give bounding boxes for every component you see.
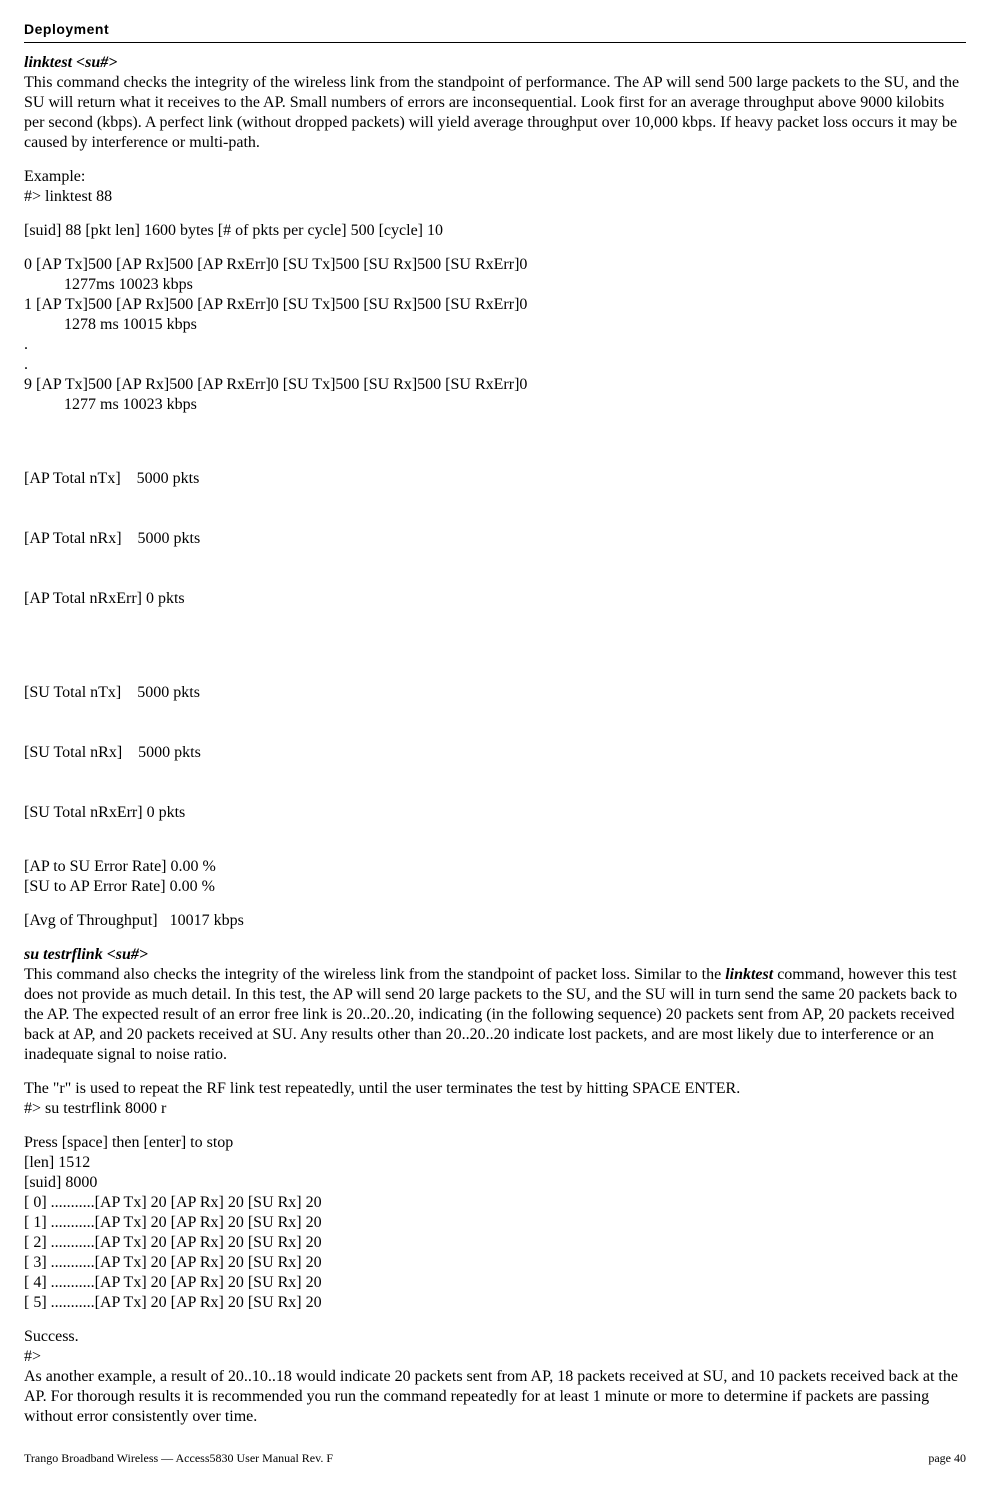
header-rule [24,42,966,43]
testrflink-row: [ 5] ...........[AP Tx] 20 [AP Rx] 20 [S… [24,1293,966,1313]
testrflink-command: #> su testrflink 8000 r [24,1099,966,1119]
linktest-cycles: 0 [AP Tx]500 [AP Rx]500 [AP RxErr]0 [SU … [24,255,966,415]
footer-right: page 40 [928,1451,966,1466]
testrflink-r-note-block: The "r" is used to repeat the RF link te… [24,1079,966,1119]
ap-totals: [AP Total nTx] 5000 pkts [AP Total nRx] … [24,429,966,629]
testrflink-r-note: The "r" is used to repeat the RF link te… [24,1079,966,1099]
testrflink-row: [ 0] ...........[AP Tx] 20 [AP Rx] 20 [S… [24,1193,966,1213]
testrflink-prompt: #> [24,1347,966,1367]
ap-to-su-error-rate: [AP to SU Error Rate] 0.00 % [24,857,966,877]
testrflink-tail: As another example, a result of 20..10..… [24,1367,966,1427]
cycle-rate: 1277ms 10023 kbps [24,275,966,295]
cycle-line: 0 [AP Tx]500 [AP Rx]500 [AP RxErr]0 [SU … [24,255,966,275]
testrflink-heading: su testrflink <su#> [24,945,966,965]
cycle-line: 1 [AP Tx]500 [AP Rx]500 [AP RxErr]0 [SU … [24,295,966,315]
su-to-ap-error-rate: [SU to AP Error Rate] 0.00 % [24,877,966,897]
press-line: Press [space] then [enter] to stop [24,1133,966,1153]
ap-total-nrxerr: [AP Total nRxErr] 0 pkts [24,589,966,609]
ellipsis-dot: . [24,355,966,375]
testrflink-row: [ 4] ...........[AP Tx] 20 [AP Rx] 20 [S… [24,1273,966,1293]
testrflink-row: [ 1] ...........[AP Tx] 20 [AP Rx] 20 [S… [24,1213,966,1233]
linktest-heading: linktest <su#> [24,53,966,73]
len-line: [len] 1512 [24,1153,966,1173]
testrflink-row: [ 2] ...........[AP Tx] 20 [AP Rx] 20 [S… [24,1233,966,1253]
testrflink-row: [ 3] ...........[AP Tx] 20 [AP Rx] 20 [S… [24,1253,966,1273]
linktest-suid-line: [suid] 88 [pkt len] 1600 bytes [# of pkt… [24,221,966,241]
su-totals: [SU Total nTx] 5000 pkts [SU Total nRx] … [24,643,966,843]
ap-total-ntx: [AP Total nTx] 5000 pkts [24,469,966,489]
linktest-description: This command checks the integrity of the… [24,73,966,153]
page-footer: Trango Broadband Wireless — Access5830 U… [24,1451,966,1466]
ellipsis-dot: . [24,335,966,355]
suid-line: [suid] 8000 [24,1173,966,1193]
testrflink-desc-pre: This command also checks the integrity o… [24,966,725,983]
su-total-nrx: [SU Total nRx] 5000 pkts [24,743,966,763]
cycle-rate: 1277 ms 10023 kbps [24,395,966,415]
avg-throughput: [Avg of Throughput] 10017 kbps [24,911,966,931]
su-total-ntx: [SU Total nTx] 5000 pkts [24,683,966,703]
cycle-rate: 1278 ms 10015 kbps [24,315,966,335]
su-total-nrxerr: [SU Total nRxErr] 0 pkts [24,803,966,823]
testrflink-desc-bold: linktest [725,966,773,983]
testrflink-success: Success. [24,1327,966,1347]
section-title: Deployment [24,21,109,37]
example-command: #> linktest 88 [24,187,966,207]
error-rates: [AP to SU Error Rate] 0.00 % [SU to AP E… [24,857,966,897]
example-label: Example: [24,167,966,187]
footer-left: Trango Broadband Wireless — Access5830 U… [24,1451,333,1466]
testrflink-description: This command also checks the integrity o… [24,965,966,1065]
page-header: Deployment [24,20,966,43]
ap-total-nrx: [AP Total nRx] 5000 pkts [24,529,966,549]
linktest-example-block: Example: #> linktest 88 [24,167,966,207]
cycle-line: 9 [AP Tx]500 [AP Rx]500 [AP RxErr]0 [SU … [24,375,966,395]
testrflink-output: Press [space] then [enter] to stop [len]… [24,1133,966,1313]
